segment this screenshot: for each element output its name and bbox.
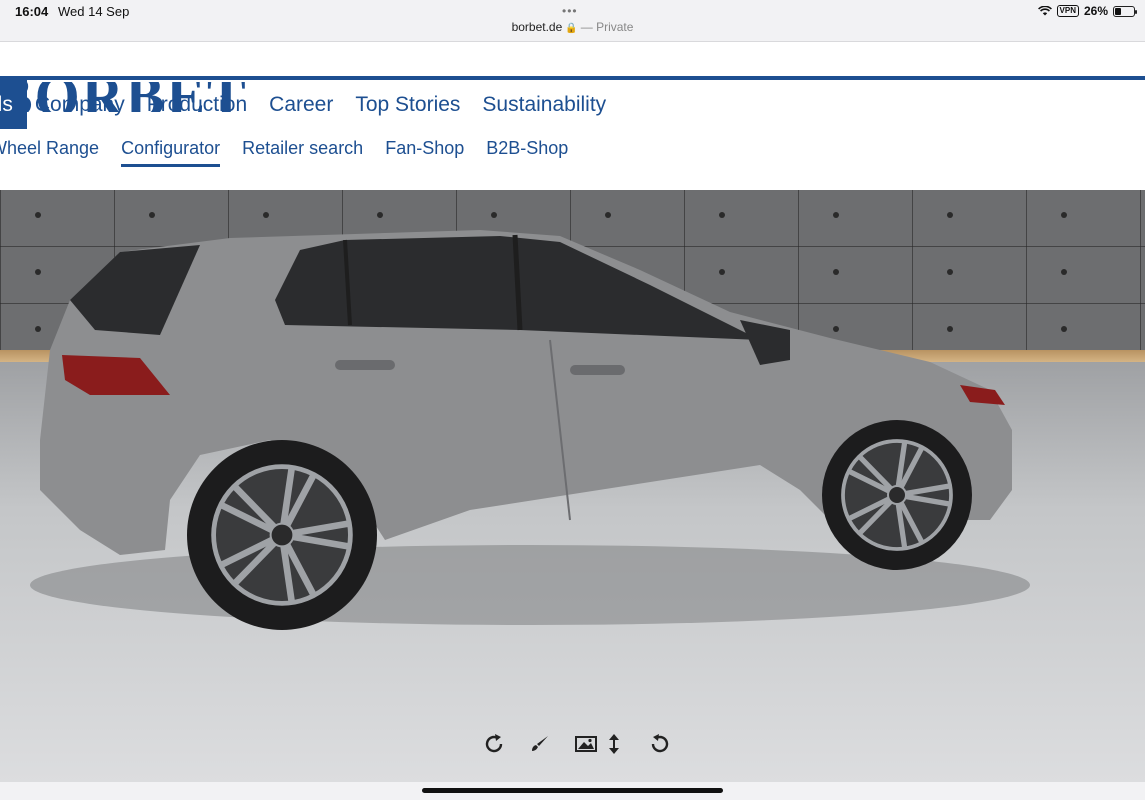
private-mode-label: — Private bbox=[580, 20, 634, 34]
background-image-icon[interactable] bbox=[572, 730, 600, 758]
car-preview-image[interactable] bbox=[0, 190, 1145, 782]
url-text: borbet.de bbox=[511, 20, 563, 34]
height-adjust-icon[interactable] bbox=[600, 730, 628, 758]
vpn-badge: VPN bbox=[1056, 5, 1079, 17]
rear-wheel bbox=[187, 440, 377, 630]
sub-nav-configurator[interactable]: Configurator bbox=[121, 138, 221, 167]
browser-status-bar: 16:04 Wed 14 Sep ••• borbet.de 🔒 — Private… bbox=[0, 0, 1145, 42]
main-nav-wheels[interactable]: els bbox=[0, 80, 27, 129]
configurator-stage[interactable] bbox=[0, 190, 1145, 782]
home-indicator-area bbox=[0, 782, 1145, 800]
front-wheel bbox=[822, 420, 972, 570]
status-date: Wed 14 Sep bbox=[58, 4, 130, 19]
sub-nav-fan-shop[interactable]: Fan-Shop bbox=[385, 138, 464, 167]
sub-nav-wheel-range[interactable]: Wheel Range bbox=[0, 138, 99, 167]
sub-nav-b2b-shop[interactable]: B2B-Shop bbox=[486, 138, 568, 167]
reset-icon[interactable] bbox=[646, 730, 674, 758]
paint-brush-icon[interactable] bbox=[526, 730, 554, 758]
address-bar[interactable]: borbet.de 🔒 — Private bbox=[0, 20, 1145, 34]
lock-icon: 🔒 bbox=[565, 23, 578, 34]
status-time: 16:04 bbox=[15, 4, 49, 19]
battery-percent: 26% bbox=[1083, 4, 1108, 18]
configurator-controls bbox=[480, 730, 674, 758]
main-navigation: els Company Production Career Top Storie… bbox=[0, 80, 628, 129]
sub-nav-retailer-search[interactable]: Retailer search bbox=[242, 138, 363, 167]
system-indicators: VPN 26% bbox=[1037, 4, 1137, 18]
main-nav-company[interactable]: Company bbox=[35, 80, 125, 129]
site-header: BORBET els Company Production Career Top… bbox=[0, 42, 1145, 190]
tab-overview-dots-icon[interactable]: ••• bbox=[562, 4, 578, 18]
main-nav-career[interactable]: Career bbox=[269, 80, 333, 129]
rotate-clockwise-icon[interactable] bbox=[480, 730, 508, 758]
main-nav-production[interactable]: Production bbox=[147, 80, 247, 129]
battery-icon bbox=[1113, 5, 1137, 17]
sub-navigation: Wheel Range Configurator Retailer search… bbox=[0, 138, 590, 167]
main-nav-top-stories[interactable]: Top Stories bbox=[355, 80, 460, 129]
main-nav-sustainability[interactable]: Sustainability bbox=[482, 80, 606, 129]
wifi-icon bbox=[1037, 6, 1052, 16]
home-indicator[interactable] bbox=[422, 788, 723, 793]
